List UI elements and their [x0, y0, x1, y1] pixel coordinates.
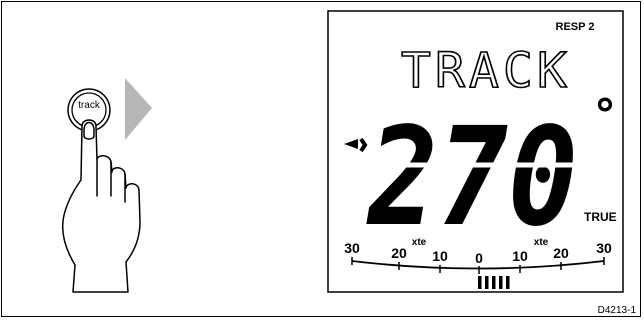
- xte-tick-left-10: 10: [432, 248, 448, 264]
- xte-label-left: xte: [412, 237, 427, 248]
- figure-page: track RESP 2 TRACK 270 ° TRUE 30 20 10 0…: [0, 0, 644, 320]
- reference-label: TRUE: [584, 210, 617, 224]
- xte-tick-right-30: 30: [596, 240, 612, 256]
- xte-tick-center: 0: [475, 250, 483, 266]
- xte-tick-right-20: 20: [553, 245, 569, 261]
- cross-track-bar-segment: [478, 276, 482, 289]
- cross-track-bar-segment: [506, 276, 510, 289]
- degree-symbol: °: [594, 90, 616, 141]
- illustration: track RESP 2 TRACK 270 ° TRUE 30 20 10 0…: [62, 10, 624, 293]
- cross-track-bar-segment: [499, 276, 503, 289]
- heading-value: 270: [366, 99, 578, 257]
- right-arrow-icon: [125, 78, 152, 140]
- xte-tick-right-10: 10: [512, 248, 528, 264]
- cross-track-bar-segment: [485, 276, 489, 289]
- response-label: RESP 2: [556, 21, 595, 33]
- track-button-label: track: [78, 100, 101, 111]
- xte-tick-left-20: 20: [391, 245, 407, 261]
- cross-track-bar-segment: [492, 276, 496, 289]
- figure-reference: D4213-1: [597, 305, 636, 316]
- pointing-hand-icon: [62, 119, 141, 293]
- xte-tick-left-30: 30: [344, 240, 360, 256]
- lcd-display: RESP 2 TRACK 270 ° TRUE 30 20 10 0 10 20…: [327, 10, 624, 293]
- mode-label: TRACK: [401, 43, 571, 99]
- xte-label-right: xte: [534, 237, 549, 248]
